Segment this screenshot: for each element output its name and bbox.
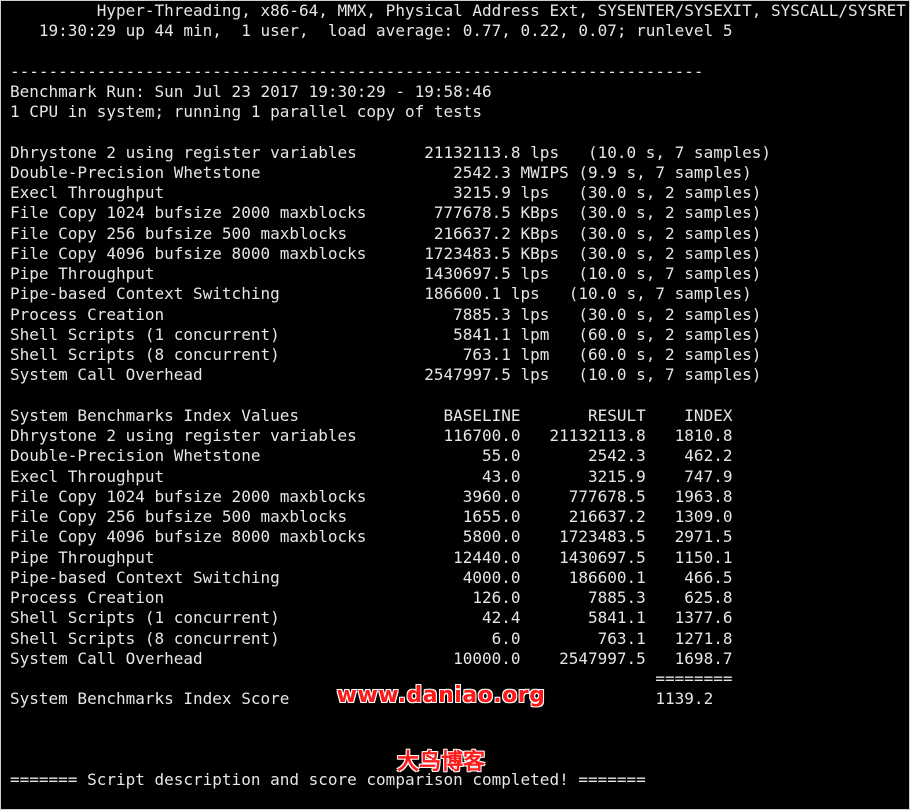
index-row-execl: Execl Throughput 43.0 3215.9 747.9: [10, 467, 733, 486]
terminal-line-separator: ----------------------------------------…: [10, 62, 704, 81]
index-row-whetstone: Double-Precision Whetstone 55.0 2542.3 4…: [10, 446, 733, 465]
result-row-context-switching: Pipe-based Context Switching 186600.1 lp…: [10, 284, 752, 303]
watermark-site-name: 大鸟博客: [396, 750, 485, 775]
index-row-shell-1: Shell Scripts (1 concurrent) 42.4 5841.1…: [10, 608, 733, 627]
result-row-shell-8: Shell Scripts (8 concurrent) 763.1 lpm (…: [10, 345, 762, 364]
index-table-header: System Benchmarks Index Values BASELINE …: [10, 406, 733, 425]
watermark-url: www.daniao.org: [336, 682, 546, 708]
index-row-pipe-throughput: Pipe Throughput 12440.0 1430697.5 1150.1: [10, 548, 733, 567]
result-row-process-creation: Process Creation 7885.3 lps (30.0 s, 2 s…: [10, 305, 762, 324]
result-row-pipe-throughput: Pipe Throughput 1430697.5 lps (10.0 s, 7…: [10, 264, 762, 283]
watermark: www.daniao.org 大鸟博客: [331, 642, 551, 776]
terminal-line-cpu-flags: Hyper-Threading, x86-64, MMX, Physical A…: [10, 1, 906, 20]
result-row-syscall: System Call Overhead 2547997.5 lps (10.0…: [10, 365, 762, 384]
terminal-line-benchmark-run: Benchmark Run: Sun Jul 23 2017 19:30:29 …: [10, 82, 492, 101]
terminal-line-cpu-count: 1 CPU in system; running 1 parallel copy…: [10, 102, 483, 121]
result-row-filecopy-1024: File Copy 1024 bufsize 2000 maxblocks 77…: [10, 203, 762, 222]
index-row-process-creation: Process Creation 126.0 7885.3 625.8: [10, 588, 733, 607]
result-row-dhrystone: Dhrystone 2 using register variables 211…: [10, 143, 771, 162]
result-row-filecopy-256: File Copy 256 bufsize 500 maxblocks 2166…: [10, 224, 762, 243]
result-row-whetstone: Double-Precision Whetstone 2542.3 MWIPS …: [10, 163, 752, 182]
result-row-execl: Execl Throughput 3215.9 lps (30.0 s, 2 s…: [10, 183, 762, 202]
index-row-dhrystone: Dhrystone 2 using register variables 116…: [10, 426, 733, 445]
result-row-shell-1: Shell Scripts (1 concurrent) 5841.1 lpm …: [10, 325, 762, 344]
result-row-filecopy-4096: File Copy 4096 bufsize 8000 maxblocks 17…: [10, 244, 762, 263]
index-row-filecopy-4096: File Copy 4096 bufsize 8000 maxblocks 58…: [10, 527, 733, 546]
index-row-filecopy-1024: File Copy 1024 bufsize 2000 maxblocks 39…: [10, 487, 733, 506]
terminal-line-uptime: 19:30:29 up 44 min, 1 user, load average…: [10, 21, 733, 40]
index-row-context-switching: Pipe-based Context Switching 4000.0 1866…: [10, 568, 733, 587]
index-row-filecopy-256: File Copy 256 bufsize 500 maxblocks 1655…: [10, 507, 733, 526]
terminal-window[interactable]: Hyper-Threading, x86-64, MMX, Physical A…: [0, 0, 910, 810]
